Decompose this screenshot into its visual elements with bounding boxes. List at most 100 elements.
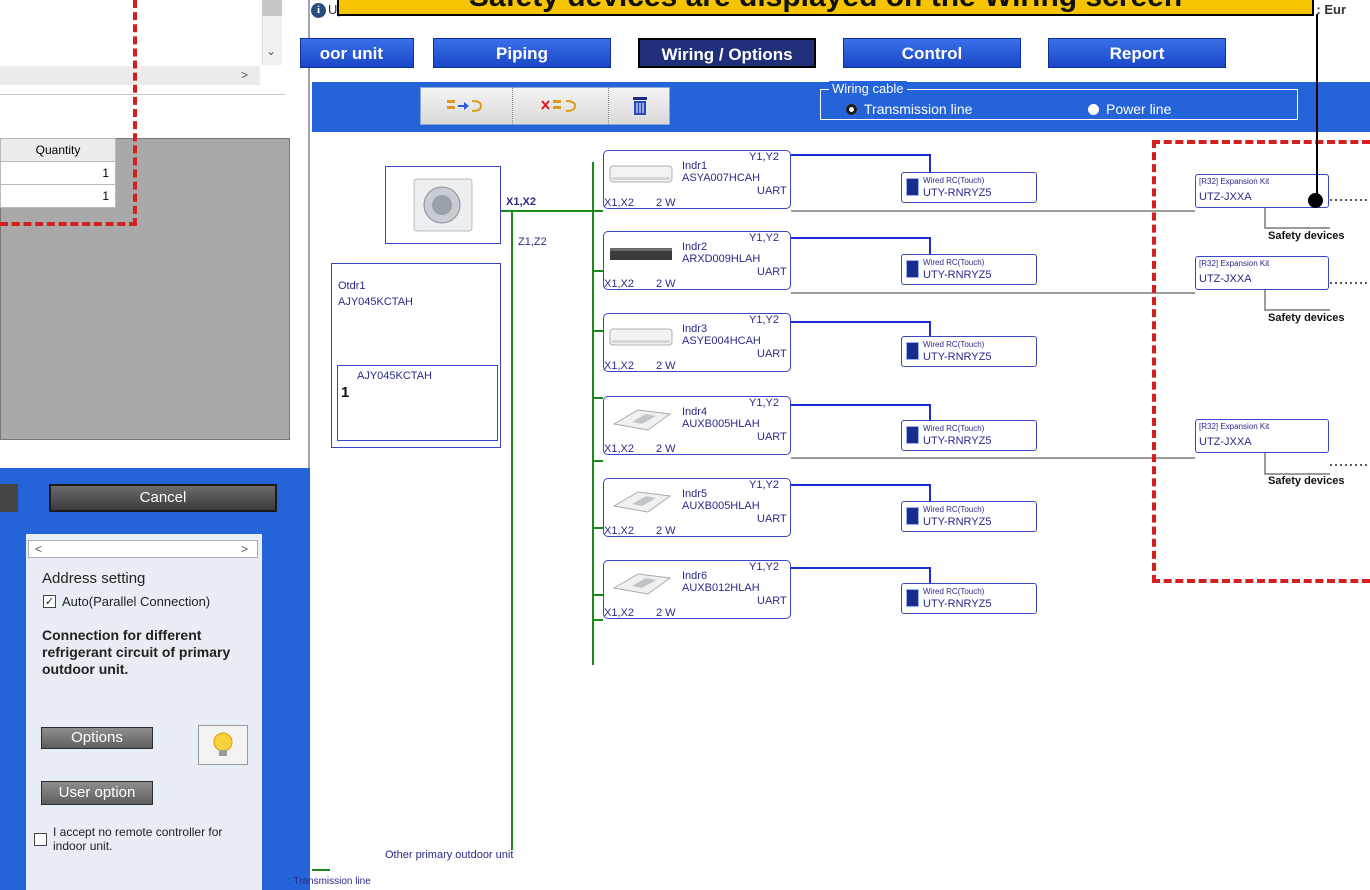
- auto-parallel-checkbox-row[interactable]: ✓ Auto(Parallel Connection): [43, 594, 210, 609]
- remote-controller-model: UTY-RNRYZ5: [923, 269, 992, 281]
- chevron-down-icon[interactable]: ⌄: [266, 44, 276, 58]
- remote-controller-title: Wired RC(Touch): [923, 424, 985, 433]
- indoor-terminal-top-label: Y1,Y2: [749, 561, 779, 573]
- indoor-unit-image: [608, 239, 674, 274]
- other-outdoor-label: Other primary outdoor unit: [385, 849, 514, 861]
- radio-unselected-icon[interactable]: [1088, 103, 1099, 115]
- indoor-uart-label: UART: [757, 595, 787, 607]
- connect-wiring-icon: [447, 100, 483, 112]
- indoor-unit-model: ASYA007HCAH: [682, 172, 761, 184]
- indoor-terminal-label: X1,X2: [604, 607, 634, 619]
- indoor-unit-image: [608, 486, 674, 521]
- remote-controller-title: Wired RC(Touch): [923, 176, 985, 185]
- indoor-unit-image: [608, 321, 674, 356]
- wiring-cable-legend: Wiring cable: [829, 81, 907, 96]
- outdoor-unit-icon: [413, 178, 473, 232]
- indoor-unit-model: AUXB005HLAH: [682, 418, 760, 430]
- indoor-unit-model: ASYE004HCAH: [682, 335, 761, 347]
- connect-wiring-button[interactable]: [430, 95, 500, 117]
- outdoor-terminal-label: X1,X2: [506, 196, 536, 208]
- remote-controller-model: UTY-RNRYZ5: [923, 351, 992, 363]
- accept-no-remote-label: I accept no remote controller for indoor…: [53, 825, 223, 853]
- remote-controller-model: UTY-RNRYZ5: [923, 187, 992, 199]
- indoor-wire-count: 2 W: [656, 525, 676, 537]
- chevron-right-icon[interactable]: >: [241, 68, 248, 82]
- delete-wiring-button[interactable]: [525, 95, 595, 117]
- indoor-uart-label: UART: [757, 348, 787, 360]
- indoor-terminal-top-label: Y1,Y2: [749, 314, 779, 326]
- cancel-button[interactable]: Cancel: [49, 484, 277, 512]
- callout-text: Safety devices are displayed on the Wiri…: [339, 0, 1312, 14]
- indoor-terminal-top-label: Y1,Y2: [749, 479, 779, 491]
- checkbox-checked-icon[interactable]: ✓: [43, 595, 56, 608]
- accept-no-remote-row[interactable]: I accept no remote controller for indoor…: [34, 825, 254, 853]
- outdoor-module-model: AJY045KCTAH: [357, 370, 432, 382]
- remote-controller-model: UTY-RNRYZ5: [923, 435, 992, 447]
- side-horizontal-scrollbar[interactable]: < >: [28, 540, 258, 558]
- indoor-unit-image: [608, 404, 674, 439]
- chevron-right-icon[interactable]: >: [241, 542, 248, 556]
- indoor-unit-name: Indr3: [682, 323, 708, 335]
- indoor-unit-name: Indr1: [682, 160, 708, 172]
- checkbox-unchecked-icon[interactable]: [34, 833, 47, 846]
- outdoor-unit-model: AJY045KCTAH: [338, 296, 413, 308]
- indoor-uart-label: UART: [757, 513, 787, 525]
- indoor-unit-model: AUXB005HLAH: [682, 500, 760, 512]
- remote-controller-icon: [906, 342, 919, 360]
- callout-pointer-line: [1316, 14, 1318, 200]
- outdoor-secondary-terminal-label: Z1,Z2: [518, 236, 547, 248]
- tab-indoor-unit[interactable]: oor unit: [300, 38, 414, 68]
- user-option-button[interactable]: User option: [41, 781, 153, 805]
- callout-banner: Safety devices are displayed on the Wiri…: [337, 0, 1314, 16]
- delete-wiring-icon: [541, 100, 577, 112]
- remote-controller-icon: [906, 426, 919, 444]
- remote-controller-icon: [906, 178, 919, 196]
- indoor-terminal-top-label: Y1,Y2: [749, 397, 779, 409]
- remote-controller-title: Wired RC(Touch): [923, 587, 985, 596]
- hint-button[interactable]: [198, 725, 248, 765]
- dialog-scroll-thumb[interactable]: [262, 0, 282, 16]
- indoor-uart-label: UART: [757, 431, 787, 443]
- remote-controller-model: UTY-RNRYZ5: [923, 516, 992, 528]
- outdoor-unit-image-box[interactable]: [385, 166, 501, 244]
- remote-controller-title: Wired RC(Touch): [923, 505, 985, 514]
- indoor-terminal-label: X1,X2: [604, 443, 634, 455]
- connection-note: Connection for different refrigerant cir…: [42, 627, 231, 677]
- radio-power-line[interactable]: Power line: [1088, 101, 1171, 117]
- radio-transmission-line[interactable]: Transmission line: [846, 101, 972, 117]
- tab-report[interactable]: Report: [1048, 38, 1226, 68]
- indoor-wire-count: 2 W: [656, 197, 676, 209]
- indoor-unit-name: Indr5: [682, 488, 708, 500]
- info-icon[interactable]: i: [311, 3, 326, 18]
- tab-wiring-options[interactable]: Wiring / Options: [638, 38, 816, 68]
- indoor-unit-model: ARXD009HLAH: [682, 253, 761, 265]
- address-setting-title: Address setting: [42, 570, 146, 587]
- indoor-terminal-label: X1,X2: [604, 278, 634, 290]
- indoor-terminal-top-label: Y1,Y2: [749, 232, 779, 244]
- tab-control[interactable]: Control: [843, 38, 1021, 68]
- options-button[interactable]: Options: [41, 727, 153, 749]
- trash-icon: [633, 97, 647, 115]
- indoor-terminal-label: X1,X2: [604, 197, 634, 209]
- indoor-terminal-top-label: Y1,Y2: [749, 151, 779, 163]
- indoor-unit-image: [608, 568, 674, 603]
- toolbar-separator: [512, 87, 513, 125]
- remote-controller-icon: [906, 589, 919, 607]
- highlight-dashed-box: [0, 0, 137, 226]
- indoor-uart-label: UART: [757, 266, 787, 278]
- remote-controller-title: Wired RC(Touch): [923, 258, 985, 267]
- remote-controller-title: Wired RC(Touch): [923, 340, 985, 349]
- tab-piping[interactable]: Piping: [433, 38, 611, 68]
- indoor-terminal-label: X1,X2: [604, 360, 634, 372]
- indoor-wire-count: 2 W: [656, 360, 676, 372]
- indoor-unit-name: Indr2: [682, 241, 708, 253]
- ok-button[interactable]: [0, 484, 18, 512]
- chevron-left-icon[interactable]: <: [35, 542, 42, 556]
- remote-controller-model: UTY-RNRYZ5: [923, 598, 992, 610]
- indoor-wire-count: 2 W: [656, 278, 676, 290]
- indoor-unit-name: Indr4: [682, 406, 708, 418]
- lightbulb-icon: [213, 732, 233, 756]
- delete-button[interactable]: [620, 93, 660, 119]
- remote-controller-icon: [906, 507, 919, 525]
- radio-selected-icon[interactable]: [846, 103, 857, 115]
